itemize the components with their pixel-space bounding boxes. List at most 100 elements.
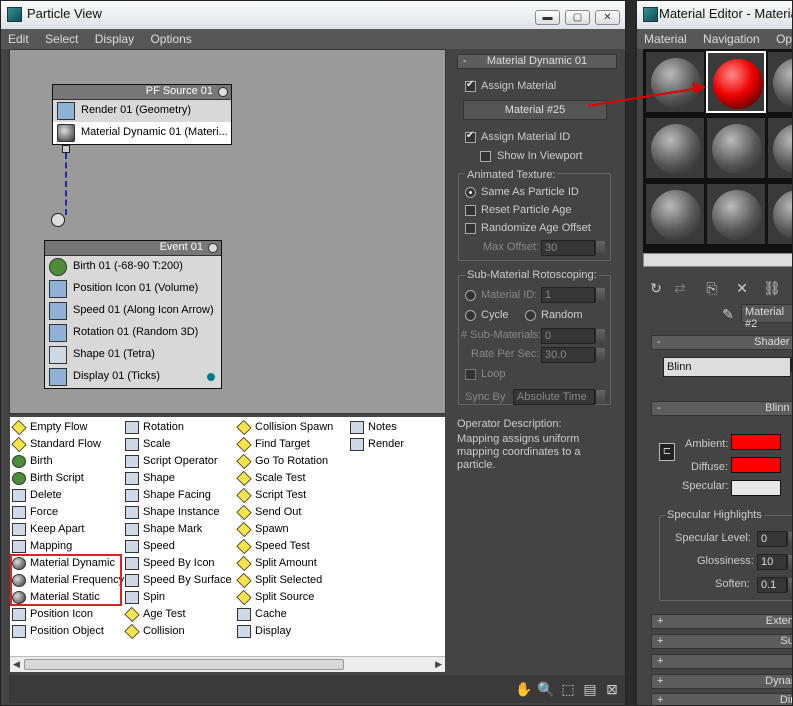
depot-item-cache[interactable]: Cache — [236, 606, 348, 623]
depot-item-speed-test[interactable]: Speed Test — [236, 538, 348, 555]
scroll-thumb[interactable] — [24, 659, 344, 670]
pf-op-render[interactable]: Render 01 (Geometry) — [53, 100, 231, 122]
specular-level-spinner[interactable]: 0 — [757, 531, 792, 547]
depot-item-rotation[interactable]: Rotation — [124, 419, 236, 436]
depot-item-send-out[interactable]: Send Out — [236, 504, 348, 521]
depot-item-scale-test[interactable]: Scale Test — [236, 470, 348, 487]
event-op-position-icon[interactable]: Position Icon 01 (Volume) — [45, 278, 221, 300]
menu-display[interactable]: Display — [88, 29, 140, 46]
sync-by-dropdown[interactable]: Absolute Time — [513, 389, 605, 405]
zoom-region-icon[interactable]: ⬚ — [559, 680, 577, 698]
depot-item-speed[interactable]: Speed — [124, 538, 236, 555]
show-in-viewport-checkbox[interactable] — [480, 151, 491, 162]
sub-materials-spinner[interactable]: 0 — [541, 328, 605, 344]
depot-hscrollbar[interactable]: ◀ ▶ — [10, 656, 445, 672]
depot-item-shape-facing[interactable]: Shape Facing — [124, 487, 236, 504]
material-id-radio[interactable] — [465, 290, 476, 301]
depot-item-material-frequency[interactable]: Material Frequency — [11, 572, 124, 589]
depot-item-display[interactable]: Display — [236, 623, 348, 640]
shader-dropdown[interactable]: Blinn — [663, 357, 792, 377]
depot-item-position-object[interactable]: Position Object — [11, 623, 123, 640]
supersampling-rollout[interactable]: +Sup — [651, 634, 792, 649]
sample-slot-9[interactable] — [767, 183, 792, 245]
menu-edit[interactable]: Edit — [1, 29, 35, 46]
depot-item-birth[interactable]: Birth — [11, 453, 123, 470]
scroll-right-arrow[interactable]: ▶ — [435, 659, 442, 670]
material-button[interactable]: Material #25 — [463, 100, 607, 120]
depot-item-shape-instance[interactable]: Shape Instance — [124, 504, 236, 521]
sample-slot-7[interactable] — [645, 183, 705, 245]
depot-item-script-test[interactable]: Script Test — [236, 487, 348, 504]
maps-rollout[interactable]: + — [651, 654, 792, 669]
depot-item-go-to-rotation[interactable]: Go To Rotation — [236, 453, 348, 470]
depot-item-delete[interactable]: Delete — [11, 487, 123, 504]
sample-slot-3[interactable] — [767, 51, 792, 113]
input-socket[interactable] — [51, 213, 65, 227]
blinn-basic-rollout[interactable]: -Blinn B — [651, 401, 792, 416]
depot-item-collision[interactable]: Collision — [124, 623, 236, 640]
sample-slot-2-active[interactable] — [706, 51, 766, 113]
bulb-icon[interactable] — [208, 243, 218, 253]
menu-options[interactable]: Options — [143, 29, 197, 46]
soften-spinner[interactable]: 0.1 — [757, 577, 792, 593]
depot-item-shape[interactable]: Shape — [124, 470, 236, 487]
depot-item-script-operator[interactable]: Script Operator — [124, 453, 236, 470]
glossiness-spinner[interactable]: 10 — [757, 554, 792, 570]
sample-slot-6[interactable] — [767, 117, 792, 179]
zoom-icon[interactable]: 🔍 — [537, 680, 555, 698]
pf-source-node[interactable]: PF Source 01 Render 01 (Geometry) Materi… — [52, 84, 232, 145]
random-radio[interactable] — [525, 310, 536, 321]
depot-item-empty-flow[interactable]: Empty Flow — [11, 419, 123, 436]
copy-icon[interactable]: ⛓ — [763, 279, 781, 297]
dynamics-rollout[interactable]: +Dynam — [651, 674, 792, 689]
no-zoom-icon[interactable]: ⊠ — [603, 680, 621, 698]
pf-op-material-dynamic[interactable]: Material Dynamic 01 (Materi... — [53, 122, 231, 144]
depot-item-split-selected[interactable]: Split Selected — [236, 572, 348, 589]
reset-icon[interactable]: ✕ — [733, 279, 751, 297]
depot-item-standard-flow[interactable]: Standard Flow — [11, 436, 123, 453]
event-title[interactable]: Event 01 — [45, 241, 221, 256]
menu-select[interactable]: Select — [38, 29, 84, 46]
depot-item-split-amount[interactable]: Split Amount — [236, 555, 348, 572]
minimize-button[interactable]: ▬ — [535, 10, 560, 25]
specular-swatch[interactable] — [731, 480, 781, 496]
menu-material[interactable]: Material — [637, 29, 693, 46]
pan-hand-icon[interactable]: ✋ — [515, 680, 533, 698]
assign-to-selection-icon[interactable]: ⎘ — [703, 279, 721, 297]
depot-item-birth-script[interactable]: Birth Script — [11, 470, 123, 487]
output-socket[interactable] — [62, 145, 70, 153]
depot-item-age-test[interactable]: Age Test — [124, 606, 236, 623]
zoom-extents-icon[interactable]: ▤ — [581, 680, 599, 698]
extended-params-rollout[interactable]: +Extend — [651, 614, 792, 629]
randomize-age-offset-checkbox[interactable] — [465, 223, 476, 234]
depot-item-render[interactable]: Render — [349, 436, 439, 453]
same-as-particle-id-radio[interactable] — [465, 187, 476, 198]
shader-basic-rollout[interactable]: -Shader B — [651, 335, 792, 350]
depot-item-mapping[interactable]: Mapping — [11, 538, 123, 555]
depot-item-material-dynamic[interactable]: Material Dynamic — [11, 555, 123, 572]
depot-item-scale[interactable]: Scale — [124, 436, 236, 453]
depot-item-notes[interactable]: Notes — [349, 419, 439, 436]
eyedropper-icon[interactable]: ✎ — [719, 305, 737, 323]
event-op-display[interactable]: Display 01 (Ticks) — [45, 366, 221, 388]
reset-particle-age-checkbox[interactable] — [465, 205, 476, 216]
maximize-button[interactable]: ▢ — [565, 10, 590, 25]
event-op-speed[interactable]: Speed 01 (Along Icon Arrow) — [45, 300, 221, 322]
depot-item-collision-spawn[interactable]: Collision Spawn — [236, 419, 348, 436]
max-offset-spinner[interactable]: 30 — [541, 240, 605, 256]
close-button[interactable]: ✕ — [595, 10, 620, 25]
event-display-canvas[interactable]: PF Source 01 Render 01 (Geometry) Materi… — [9, 49, 446, 414]
sample-slot-8[interactable] — [706, 183, 766, 245]
sample-slot-5[interactable] — [706, 117, 766, 179]
scroll-left-arrow[interactable]: ◀ — [13, 659, 20, 670]
depot-item-keep-apart[interactable]: Keep Apart — [11, 521, 123, 538]
sample-scrollbar[interactable] — [643, 253, 792, 267]
depot-item-find-target[interactable]: Find Target — [236, 436, 348, 453]
material-id-spinner[interactable]: 1 — [541, 287, 605, 303]
event-op-shape[interactable]: Shape 01 (Tetra) — [45, 344, 221, 366]
event-op-birth[interactable]: Birth 01 (-68-90 T:200) — [45, 256, 221, 278]
rollout-material-dynamic[interactable]: - Material Dynamic 01 — [457, 54, 617, 69]
event-op-rotation[interactable]: Rotation 01 (Random 3D) — [45, 322, 221, 344]
material-editor-titlebar[interactable]: Material Editor - Material — [637, 1, 792, 29]
depot-item-speed-by-icon[interactable]: Speed By Icon — [124, 555, 236, 572]
